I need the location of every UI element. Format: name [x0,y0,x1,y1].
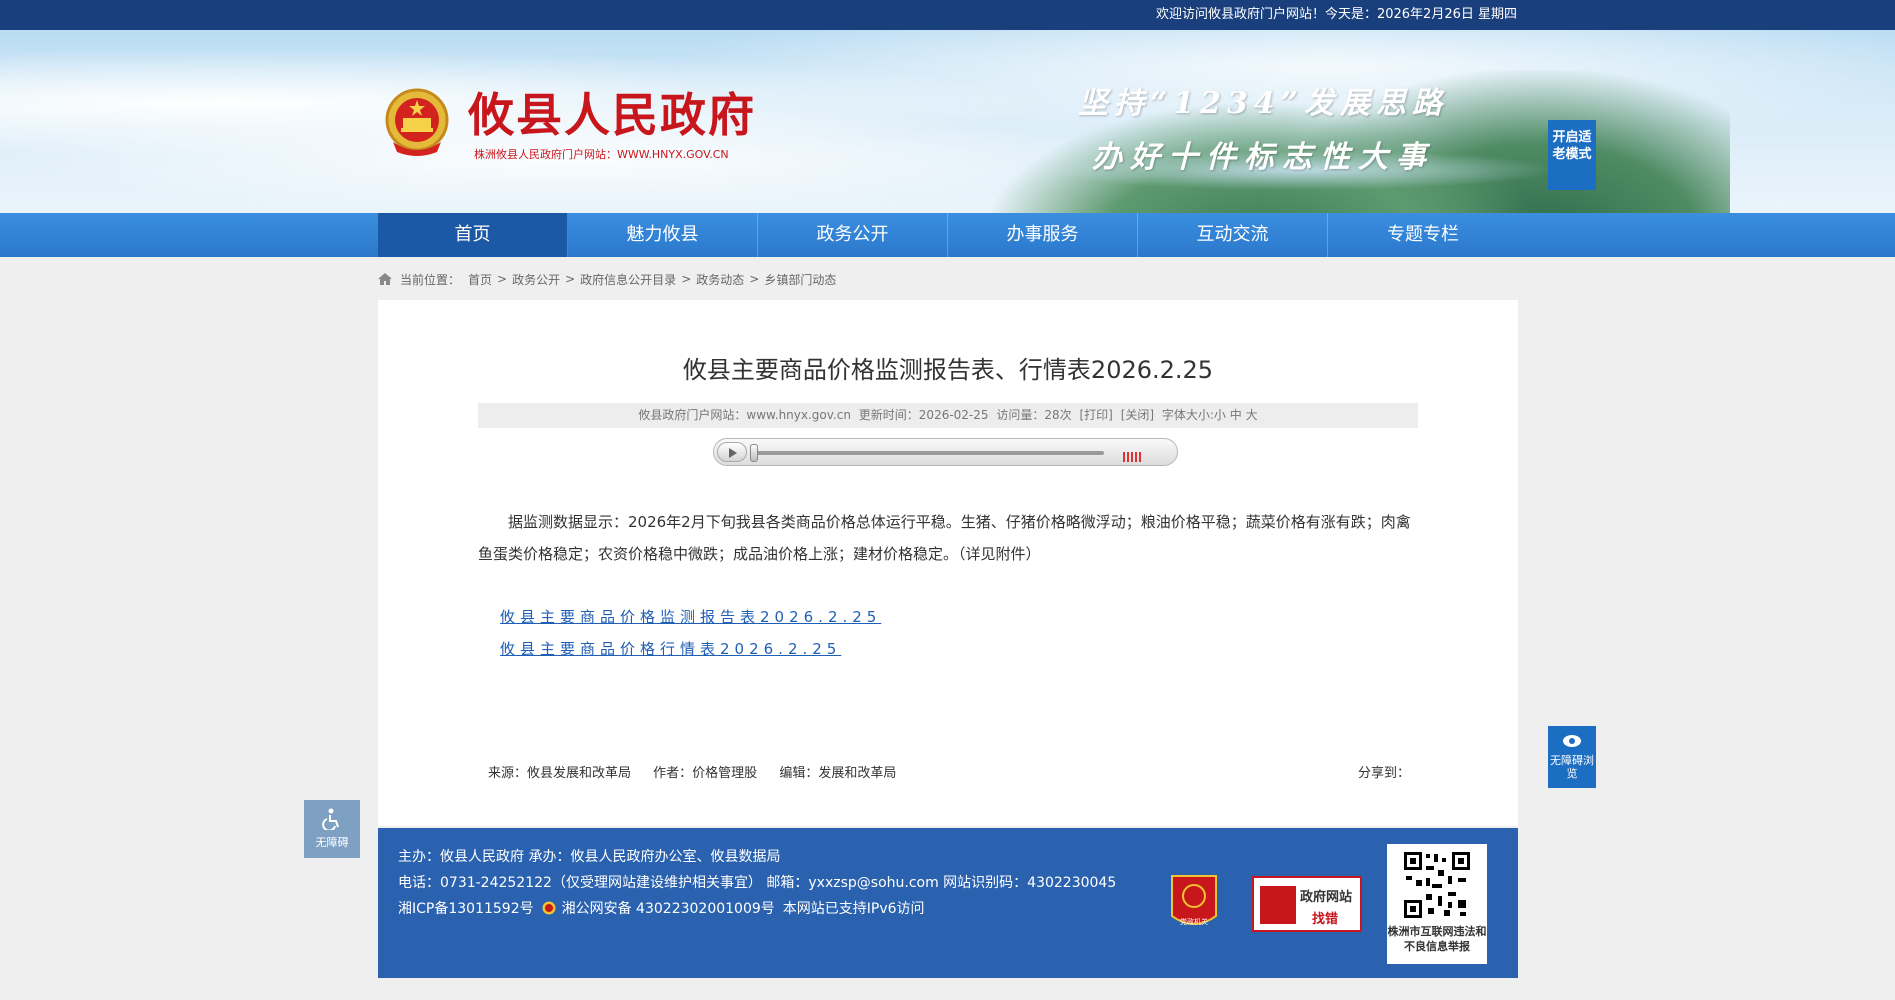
accessibility-browse-button[interactable]: 无障碍浏览 [1548,726,1596,788]
breadcrumb-gov-news[interactable]: 政务动态 [696,271,744,288]
article-author: 作者：价格管理股 [653,766,758,781]
breadcrumb-home[interactable]: 首页 [468,271,492,288]
article-source-line: 来源：攸县发展和改革局 作者：价格管理股 编辑：发展和改革局 [488,762,914,781]
main-nav: 首页 魅力攸县 政务公开 办事服务 互动交流 专题专栏 [0,213,1895,257]
gov-site-error-report-button[interactable]: 政府网站 找错 [1252,876,1362,932]
article-editor: 编辑：发展和改革局 [779,766,897,781]
meta-site: 攸县政府门户网站：www.hnyx.gov.cn [638,408,851,422]
ipv6-note: 本网站已支持IPv6访问 [782,901,925,917]
article-body: 据监测数据显示：2026年2月下旬我县各类商品价格总体运行平稳。生猪、仔猪价格略… [478,513,1411,563]
close-link[interactable]: [关闭] [1121,408,1154,422]
meta-updated: 更新时间：2026-02-25 [858,408,989,422]
footer-organizer: 主办：攸县人民政府 承办：攸县人民政府办公室、攸县数据局 [398,849,781,865]
icp-link[interactable]: 湘ICP备13011592号 [398,898,534,918]
eye-icon [1563,735,1581,747]
footer-contact: 电话：0731-24252122（仅受理网站建设维护相关事宜） 邮箱：yxxzs… [398,875,1117,891]
nav-item-services[interactable]: 办事服务 [948,213,1138,257]
breadcrumb-township-news[interactable]: 乡镇部门动态 [764,271,836,288]
breadcrumb-info-catalog[interactable]: 政府信息公开目录 [580,271,676,288]
footer: 主办：攸县人民政府 承办：攸县人民政府办公室、攸县数据局 电话：0731-242… [378,828,1518,978]
audio-player [713,438,1178,466]
article-source: 来源：攸县发展和改革局 [488,766,632,781]
slogan-line2: 办好十件标志性大事 [1092,140,1434,175]
nav-item-home[interactable]: 首页 [378,213,568,257]
accessibility-button-left[interactable]: 无障碍 [304,800,360,858]
party-gov-badge-text: 党政机关 [1180,917,1208,926]
attachment-link-market[interactable]: 攸县主要商品价格行情表2026.2.25 [500,638,841,659]
police-badge-icon [542,901,556,915]
slogan-line1: 坚持“1234”发展思路 [1078,86,1449,121]
breadcrumb-separator: > [565,272,576,286]
share-label: 分享到： [1357,766,1410,781]
nav-item-interaction[interactable]: 互动交流 [1138,213,1328,257]
police-record-link[interactable]: 湘公网安备 43022302001009号 [562,898,775,918]
footer-record: 湘ICP备13011592号 湘公网安备 43022302001009号 本网站… [398,898,925,918]
zhaocuo-title: 政府网站 [1300,890,1353,905]
wheelchair-icon [322,808,339,830]
breadcrumb: 当前位置： 首页 > 政务公开 > 政府信息公开目录 > 政务动态 > 乡镇部门… [378,270,836,288]
print-link[interactable]: [打印] [1079,408,1112,422]
play-icon[interactable] [717,442,747,462]
site-name[interactable]: 攸县人民政府 [468,88,756,142]
article-title: 攸县主要商品价格监测报告表、行情表2026.2.25 [682,356,1214,384]
nav-item-topics[interactable]: 专题专栏 [1328,213,1518,257]
home-icon [378,273,392,285]
magnifier-icon [1260,886,1296,924]
party-gov-badge-icon[interactable]: 党政机关 [1168,872,1220,932]
elder-mode-button[interactable]: 开启适老模式 [1548,120,1596,190]
qr-caption: 株洲市互联网违法和不良信息举报 [1387,925,1487,953]
article-card: 攸县主要商品价格监测报告表、行情表2026.2.25 攸县政府门户网站：www.… [378,300,1518,826]
audio-progress-knob[interactable] [750,444,758,462]
site-url: 株洲攸县人民政府门户网站：WWW.HNYX.GOV.CN [474,148,729,161]
breadcrumb-separator: > [497,272,508,286]
volume-icon[interactable] [1123,447,1147,462]
font-size-switch[interactable]: 字体大小:小 中 大 [1162,408,1258,422]
national-emblem-icon [385,88,449,156]
breadcrumb-gov-affairs[interactable]: 政务公开 [512,271,560,288]
meta-views: 访问量：28次 [996,408,1072,422]
attachment-link-report[interactable]: 攸县主要商品价格监测报告表2026.2.25 [500,606,881,627]
breadcrumb-separator: > [681,272,692,286]
nav-item-charm[interactable]: 魅力攸县 [568,213,758,257]
welcome-text: 欢迎访问攸县政府门户网站！今天是：2026年2月26日 星期四 [1155,7,1517,22]
breadcrumb-prefix: 当前位置： [400,272,461,287]
accessibility-label-right: 无障碍浏览 [1550,754,1594,780]
breadcrumb-separator: > [749,272,760,286]
accessibility-label-left: 无障碍 [315,836,349,849]
audio-progress-track[interactable] [752,451,1104,455]
nav-item-gov-affairs[interactable]: 政务公开 [758,213,948,257]
qr-code-icon [1402,850,1472,920]
top-bar: 欢迎访问攸县政府门户网站！今天是：2026年2月26日 星期四 [0,0,1895,30]
zhaocuo-subtitle: 找错 [1312,912,1339,927]
report-qr-box[interactable]: 株洲市互联网违法和不良信息举报 [1387,844,1487,964]
article-meta-bar: 攸县政府门户网站：www.hnyx.gov.cn 更新时间：2026-02-25… [478,403,1418,428]
header-banner [0,30,1895,213]
